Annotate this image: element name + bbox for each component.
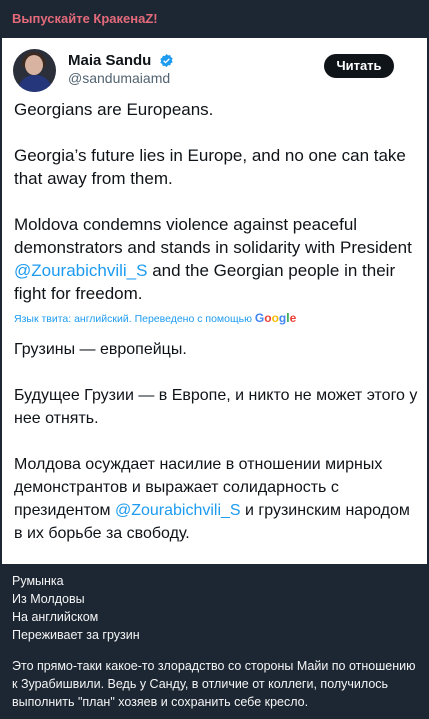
tweet-paragraph: Молдова осуждает насилие в отношении мир… — [14, 456, 410, 542]
tweet-paragraph: Georgians are Europeans. — [14, 100, 214, 119]
tweet-paragraph: Georgia’s future lies in Europe, and no … — [14, 146, 406, 188]
google-logo: Google — [254, 311, 297, 325]
translation-note: Язык твита: английский. Переведено с пом… — [14, 311, 297, 325]
mention-link[interactable]: @Zourabichvili_S — [14, 261, 147, 280]
channel-title[interactable]: Выпускайте КракенаZ! — [12, 11, 158, 26]
tweet-text-english: Georgians are Europeans. Georgia’s futur… — [14, 98, 414, 328]
avatar — [13, 49, 56, 92]
verified-badge-icon — [160, 53, 173, 68]
tweet-paragraph: Moldova condemns violence against peacef… — [14, 215, 412, 303]
channel-header: Выпускайте КракенаZ! — [0, 0, 429, 38]
tweet-screenshot: Maia Sandu @sandumaiamd Читать Georgians… — [2, 38, 427, 564]
tweet-paragraph: Грузины — европейцы. — [14, 341, 187, 358]
caption-line: Из Молдовы — [12, 592, 85, 606]
author-name: Maia Sandu — [68, 52, 152, 69]
tweet-paragraph: Будущее Грузии — в Европе, и никто не мо… — [14, 387, 418, 427]
caption-paragraph: Это прямо-таки какое-то злорадство со ст… — [12, 659, 416, 709]
author-handle: @sandumaiamd — [68, 70, 171, 86]
caption-line: Румынка — [12, 574, 64, 588]
tweet-text-russian: Грузины — европейцы. Будущее Грузии — в … — [14, 338, 419, 564]
mention-link[interactable]: @Zourabichvili_S — [115, 502, 241, 519]
read-button[interactable]: Читать — [324, 54, 394, 78]
caption-line: Переживает за грузин — [12, 628, 140, 642]
post-caption: Румынка Из Молдовы На английском Пережив… — [12, 572, 420, 711]
caption-line: На английском — [12, 610, 99, 624]
